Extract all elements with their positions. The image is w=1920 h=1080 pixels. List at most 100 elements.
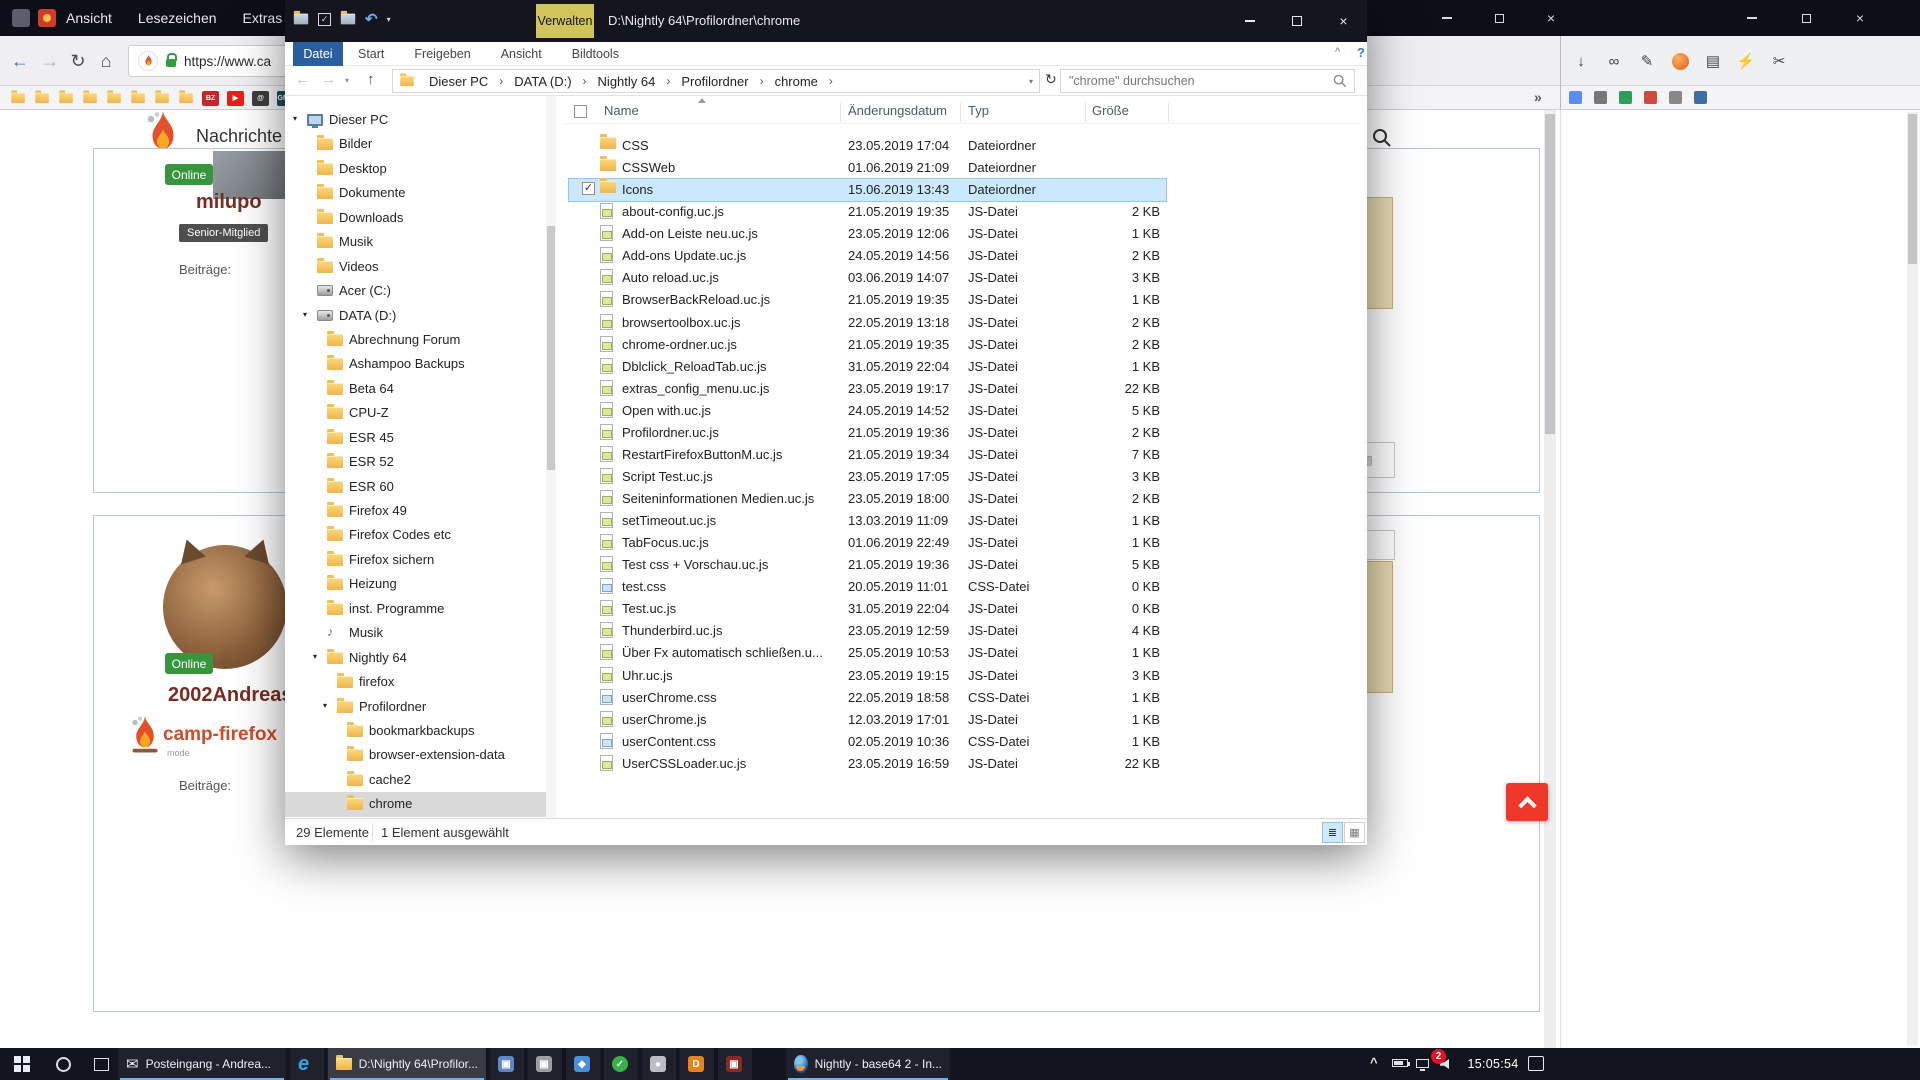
- file-row-thunderbird-uc-js[interactable]: Thunderbird.uc.js23.05.2019 12:59JS-Date…: [562, 619, 1360, 641]
- reload-icon[interactable]: ↻: [64, 47, 92, 75]
- menu-extras[interactable]: Extras: [243, 10, 283, 26]
- navigation-scrollbar[interactable]: [546, 96, 556, 818]
- qat-check-icon[interactable]: ✓: [318, 13, 331, 26]
- ribbon-tab-start[interactable]: Start: [343, 42, 399, 66]
- forum-search-icon[interactable]: [1372, 128, 1392, 148]
- nav-item-nightly-64[interactable]: ▾Nightly 64: [285, 646, 546, 670]
- ribbon-collapse-icon[interactable]: ^: [1335, 46, 1340, 58]
- nav-item-dokumente[interactable]: Dokumente: [285, 181, 546, 205]
- network-icon[interactable]: [1416, 1059, 1429, 1068]
- nav-item-bilder[interactable]: Bilder: [285, 132, 546, 156]
- bookmark-folder[interactable]: [178, 92, 194, 104]
- firefox-restore-button[interactable]: [1489, 8, 1509, 28]
- breadcrumb[interactable]: Dieser PC›DATA (D:)›Nightly 64›Profilord…: [392, 69, 1040, 93]
- details-view-button[interactable]: ≣: [1322, 822, 1343, 843]
- battery-icon[interactable]: [1392, 1059, 1408, 1067]
- column-separator[interactable]: [960, 102, 961, 122]
- bookmark-site[interactable]: ▶: [227, 91, 244, 106]
- menu-ansicht[interactable]: Ansicht: [66, 10, 112, 26]
- undo-icon[interactable]: ↶: [365, 10, 378, 28]
- nav-item-videos[interactable]: Videos: [285, 255, 546, 279]
- file-row-tabfocus-uc-js[interactable]: TabFocus.uc.js01.06.2019 22:49JS-Datei1 …: [562, 531, 1360, 553]
- nav-item-beta-64[interactable]: Beta 64: [285, 377, 546, 401]
- manage-tab[interactable]: Verwalten: [536, 4, 594, 38]
- breadcrumb-segment[interactable]: Nightly 64: [596, 74, 658, 89]
- taskbar-app-pin-4[interactable]: ▣: [528, 1048, 562, 1080]
- nav-item-chrome[interactable]: chrome: [285, 792, 546, 816]
- ribbon-tab-freigeben[interactable]: Freigeben: [399, 42, 485, 66]
- nav-item-abrechnung-forum[interactable]: Abrechnung Forum: [285, 328, 546, 352]
- column-separator[interactable]: [1085, 102, 1086, 122]
- nav-item-musik[interactable]: ♪Musik: [285, 621, 546, 645]
- nav-up-icon[interactable]: ↑: [367, 71, 375, 88]
- bg-window-tab-icon[interactable]: [1619, 91, 1632, 104]
- taskbar-clock[interactable]: 15:05:54: [1462, 1057, 1524, 1071]
- taskbar-app-edge-1[interactable]: e: [290, 1048, 324, 1080]
- nav-back-icon[interactable]: ←: [295, 71, 310, 88]
- search-box[interactable]: "chrome" durchsuchen: [1060, 69, 1355, 93]
- file-row-userchrome-css[interactable]: userChrome.css22.05.2019 18:58CSS-Datei1…: [562, 686, 1360, 708]
- flash-icon[interactable]: ⚡: [1734, 49, 1758, 73]
- file-row-chrome-ordner-uc-js[interactable]: chrome-ordner.uc.js21.05.2019 19:35JS-Da…: [562, 333, 1360, 355]
- nav-item-bookmarkbackups[interactable]: bookmarkbackups: [285, 719, 546, 743]
- select-all-checkbox[interactable]: [574, 105, 587, 118]
- scrollbar-thumb[interactable]: [1545, 114, 1555, 434]
- explorer-minimize-button[interactable]: [1226, 0, 1273, 42]
- bg-window-restore-button[interactable]: [1796, 8, 1816, 28]
- file-row-auto-reload-uc-js[interactable]: Auto reload.uc.js03.06.2019 14:07JS-Date…: [562, 266, 1360, 288]
- file-row-test-uc-js[interactable]: Test.uc.js31.05.2019 22:04JS-Datei0 KB: [562, 597, 1360, 619]
- icons-view-button[interactable]: ▦: [1344, 822, 1365, 843]
- nav-history-dropdown-icon[interactable]: ▾: [345, 76, 349, 85]
- bg-window-tab-icon[interactable]: [1569, 91, 1582, 104]
- column-header-gr-e[interactable]: Größe: [1092, 103, 1129, 118]
- taskbar-app-pin-7[interactable]: ●: [642, 1048, 676, 1080]
- nav-item-acer-c[interactable]: Acer (C:): [285, 279, 546, 303]
- bg-window-close-icon[interactable]: ×: [1850, 8, 1870, 28]
- taskbar-app-posteingang-andrea[interactable]: ✉Posteingang - Andrea...: [118, 1048, 286, 1080]
- nav-item-cpu-z[interactable]: CPU-Z: [285, 401, 546, 425]
- bg-window-tab-icon[interactable]: [1644, 91, 1657, 104]
- firefox-minimize-button[interactable]: [1437, 8, 1457, 28]
- chevron-expanded-icon[interactable]: ▾: [303, 310, 307, 319]
- scroll-to-top-button[interactable]: [1506, 783, 1548, 821]
- nav-forward-icon[interactable]: →: [321, 71, 336, 88]
- nav-item-musik[interactable]: Musik: [285, 230, 546, 254]
- chevron-expanded-icon[interactable]: ▾: [313, 652, 317, 661]
- bookmarks-overflow-icon[interactable]: »: [1534, 89, 1542, 105]
- refresh-icon[interactable]: ↻: [1045, 71, 1057, 88]
- taskbar-app-pin-8[interactable]: D: [680, 1048, 714, 1080]
- taskbar-app-pin-9[interactable]: ▣: [718, 1048, 752, 1080]
- chevron-expanded-icon[interactable]: ▾: [293, 114, 297, 123]
- bg-window-tab-icon[interactable]: [1694, 91, 1707, 104]
- breadcrumb-segment[interactable]: Dieser PC: [427, 74, 490, 89]
- file-row-profilordner-uc-js[interactable]: Profilordner.uc.js21.05.2019 19:36JS-Dat…: [562, 421, 1360, 443]
- file-row-add-ons-update-uc-js[interactable]: Add-ons Update.uc.js24.05.2019 14:56JS-D…: [562, 244, 1360, 266]
- taskbar-app-pin-6[interactable]: ✓: [604, 1048, 638, 1080]
- file-row-browserbackreload-uc-js[interactable]: BrowserBackReload.uc.js21.05.2019 19:35J…: [562, 288, 1360, 310]
- breadcrumb-segment[interactable]: chrome: [773, 74, 820, 89]
- member-name[interactable]: milupo: [196, 191, 262, 214]
- file-row-settimeout-uc-js[interactable]: setTimeout.uc.js13.03.2019 11:09JS-Datei…: [562, 509, 1360, 531]
- taskbar-app-nightly-base64-2-in[interactable]: Nightly - base64 2 - In...: [786, 1048, 950, 1080]
- home-icon[interactable]: ⌂: [92, 47, 120, 75]
- nav-item-heizung[interactable]: Heizung: [285, 572, 546, 596]
- action-center-icon[interactable]: [1528, 1056, 1544, 1071]
- ribbon-tab-ansicht[interactable]: Ansicht: [486, 42, 557, 66]
- member-name[interactable]: 2002Andreas: [168, 684, 293, 707]
- bg-window-tab-icon[interactable]: [1669, 91, 1682, 104]
- bookmark-folder[interactable]: [82, 92, 98, 104]
- ribbon-tab-datei[interactable]: Datei: [293, 42, 343, 66]
- book-icon[interactable]: ▤: [1701, 49, 1725, 73]
- bookmark-folder[interactable]: [130, 92, 146, 104]
- column-header-name[interactable]: Name: [604, 103, 639, 118]
- explorer-maximize-button[interactable]: [1273, 0, 1320, 42]
- nav-item-ashampoo-backups[interactable]: Ashampoo Backups: [285, 352, 546, 376]
- file-row-usercssloader-uc-js[interactable]: UserCSSLoader.uc.js23.05.2019 16:59JS-Da…: [562, 752, 1360, 774]
- avatar-cat-photo[interactable]: [163, 545, 287, 669]
- file-row-uhr-uc-js[interactable]: Uhr.uc.js23.05.2019 19:15JS-Datei3 KB: [562, 664, 1360, 686]
- nav-item-downloads[interactable]: Downloads: [285, 206, 546, 230]
- taskbar-app-d-nightly-64-profilor[interactable]: D:\Nightly 64\Profilor...: [328, 1048, 486, 1080]
- nav-item-firefox-codes-etc[interactable]: Firefox Codes etc: [285, 523, 546, 547]
- tray-expand-icon[interactable]: ^: [1370, 1055, 1378, 1070]
- start-button[interactable]: [0, 1048, 44, 1080]
